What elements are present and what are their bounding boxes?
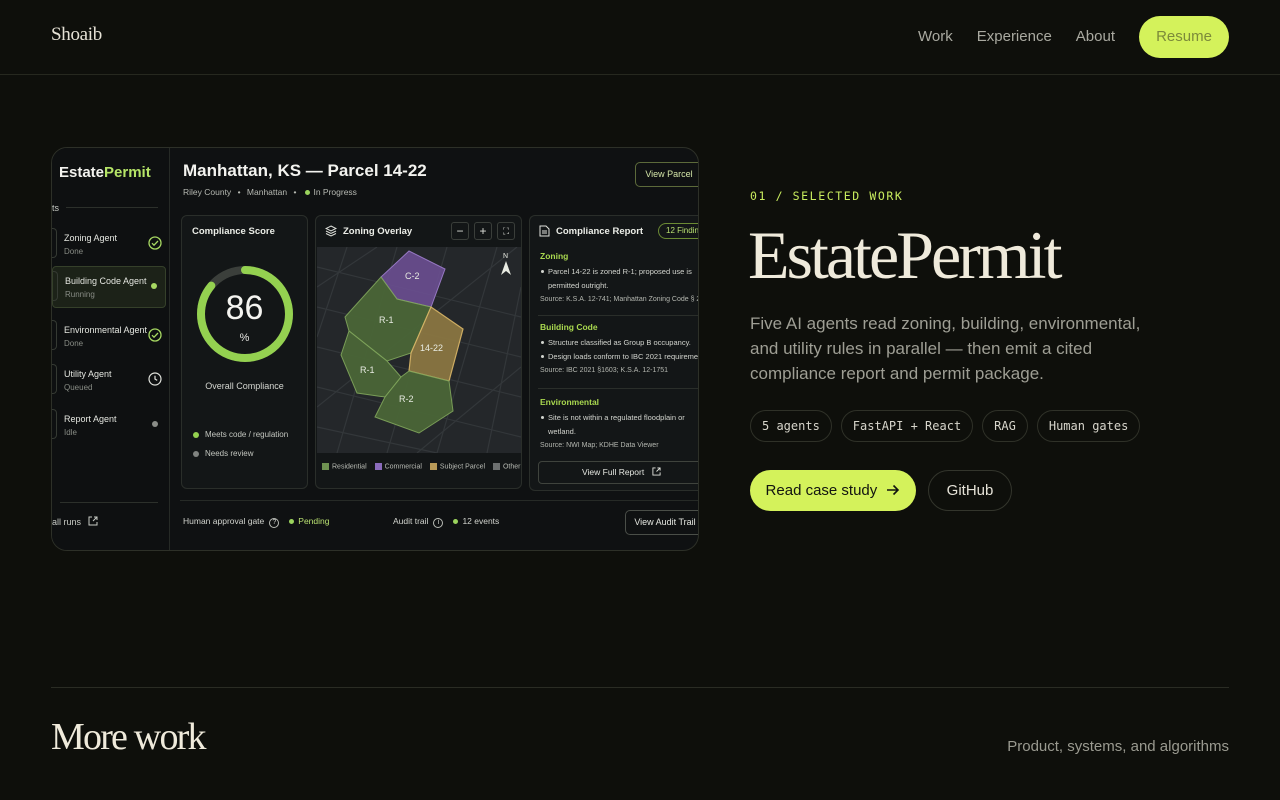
zone-label: R-1 bbox=[360, 365, 375, 375]
mock-audit-trail: Audit trail i 12 events bbox=[393, 516, 500, 528]
nav-about-link[interactable]: About bbox=[1076, 16, 1115, 58]
tag-chip: FastAPI + React bbox=[840, 410, 974, 442]
top-navigation-bar: Shoaib Work Experience About Resume bbox=[0, 0, 1280, 75]
legend-review: Needs review bbox=[193, 449, 253, 458]
report-section-zoning: Zoning Parcel 14-22 is zoned R-1; propos… bbox=[540, 251, 698, 303]
mock-divider bbox=[66, 207, 158, 208]
mock-logo: EstatePermit bbox=[59, 164, 151, 181]
section-eyebrow: 01 / SELECTED WORK bbox=[750, 189, 904, 203]
legend-meets: Meets code / regulation bbox=[193, 430, 288, 439]
more-work-heading: More work bbox=[51, 716, 207, 758]
zoning-map: C-2 R-1 14-22 R-1 R-2 N bbox=[317, 247, 521, 453]
brand-logo[interactable]: Shoaib bbox=[51, 24, 102, 46]
clock-icon bbox=[148, 372, 162, 386]
info-icon: i bbox=[433, 518, 444, 528]
findings-badge: 12 Findings bbox=[658, 223, 698, 239]
mock-agent-item: Utility Agent Queued bbox=[52, 360, 166, 400]
external-link-icon bbox=[88, 516, 98, 526]
map-legend: Residential Commercial Subject Parcel Ot… bbox=[322, 463, 521, 470]
tag-chip: Human gates bbox=[1036, 410, 1141, 442]
project-preview-image[interactable]: EstatePermit ts Zoning Agent Done Buildi… bbox=[51, 147, 699, 551]
document-icon bbox=[539, 225, 550, 237]
main-nav: Work Experience About Resume bbox=[894, 16, 1229, 58]
mock-agent-item: Report Agent Idle bbox=[52, 405, 166, 445]
mock-sidebar-section-label: ts bbox=[52, 203, 60, 213]
running-dot-icon bbox=[151, 283, 157, 289]
tag-chip: RAG bbox=[982, 410, 1028, 442]
idle-dot-icon bbox=[152, 421, 158, 427]
project-title: EstatePermit bbox=[748, 217, 1062, 293]
mock-view-parcel-button: View Parcel bbox=[635, 162, 698, 187]
mock-zoning-overlay-card: Zoning Overlay − + ⛶ C-2 R-1 14-22 R-1 R… bbox=[315, 215, 522, 489]
nav-work-link[interactable]: Work bbox=[918, 16, 953, 58]
compliance-score-unit: % bbox=[239, 332, 250, 344]
read-case-study-button[interactable]: Read case study bbox=[750, 470, 916, 511]
more-work-subtitle: Product, systems, and algorithms bbox=[1007, 738, 1229, 755]
tech-tags: 5 agents FastAPI + React RAG Human gates bbox=[750, 410, 1149, 442]
mock-approval-gate: Human approval gate? Pending bbox=[183, 516, 330, 528]
section-divider bbox=[51, 687, 1229, 688]
check-circle-icon bbox=[148, 328, 162, 342]
compliance-score-label: Overall Compliance bbox=[205, 381, 284, 391]
fullscreen-icon: ⛶ bbox=[497, 222, 515, 240]
mock-agent-item: Environmental Agent Done bbox=[52, 316, 166, 356]
mock-view-audit-trail-button: View Audit Trail bbox=[625, 510, 698, 535]
report-section-environmental: Environmental Site is not within a regul… bbox=[540, 397, 698, 449]
zone-label: R-2 bbox=[399, 394, 414, 404]
mock-main-panel: Manhattan, KS — Parcel 14-22 Riley Count… bbox=[170, 148, 698, 550]
mock-agent-item-active: Building Code Agent Running bbox=[52, 266, 166, 308]
tag-chip: 5 agents bbox=[750, 410, 832, 442]
check-circle-icon bbox=[148, 236, 162, 250]
mock-parcel-subtitle: Riley County • Manhattan • In Progress bbox=[183, 187, 357, 197]
zone-label: C-2 bbox=[405, 271, 420, 281]
mock-compliance-score-card: Compliance Score 86 % Overall Compliance… bbox=[181, 215, 308, 489]
north-label: N bbox=[503, 253, 508, 260]
layers-icon bbox=[325, 225, 337, 237]
zone-label: 14-22 bbox=[420, 343, 443, 353]
mock-agent-item: Zoning Agent Done bbox=[52, 224, 166, 264]
zoom-in-icon: + bbox=[474, 222, 492, 240]
github-button[interactable]: GitHub bbox=[928, 470, 1012, 511]
resume-button[interactable]: Resume bbox=[1139, 16, 1229, 58]
nav-experience-link[interactable]: Experience bbox=[977, 16, 1052, 58]
external-link-icon bbox=[652, 467, 661, 476]
compliance-score-value: 86 bbox=[225, 289, 264, 327]
mock-all-runs-link: all runs bbox=[52, 516, 98, 527]
mock-compliance-report-card: Compliance Report 12 Findings Zoning Par… bbox=[529, 215, 698, 491]
zoom-out-icon: − bbox=[451, 222, 469, 240]
report-section-building: Building Code Structure classified as Gr… bbox=[540, 322, 698, 374]
project-description: Five AI agents read zoning, building, en… bbox=[750, 314, 1141, 383]
mock-parcel-title: Manhattan, KS — Parcel 14-22 bbox=[183, 161, 427, 180]
help-icon: ? bbox=[269, 518, 280, 528]
arrow-right-icon bbox=[887, 484, 900, 496]
view-full-report-button: View Full Report bbox=[538, 461, 698, 484]
mock-sidebar: EstatePermit ts Zoning Agent Done Buildi… bbox=[52, 148, 170, 550]
zone-label: R-1 bbox=[379, 315, 394, 325]
